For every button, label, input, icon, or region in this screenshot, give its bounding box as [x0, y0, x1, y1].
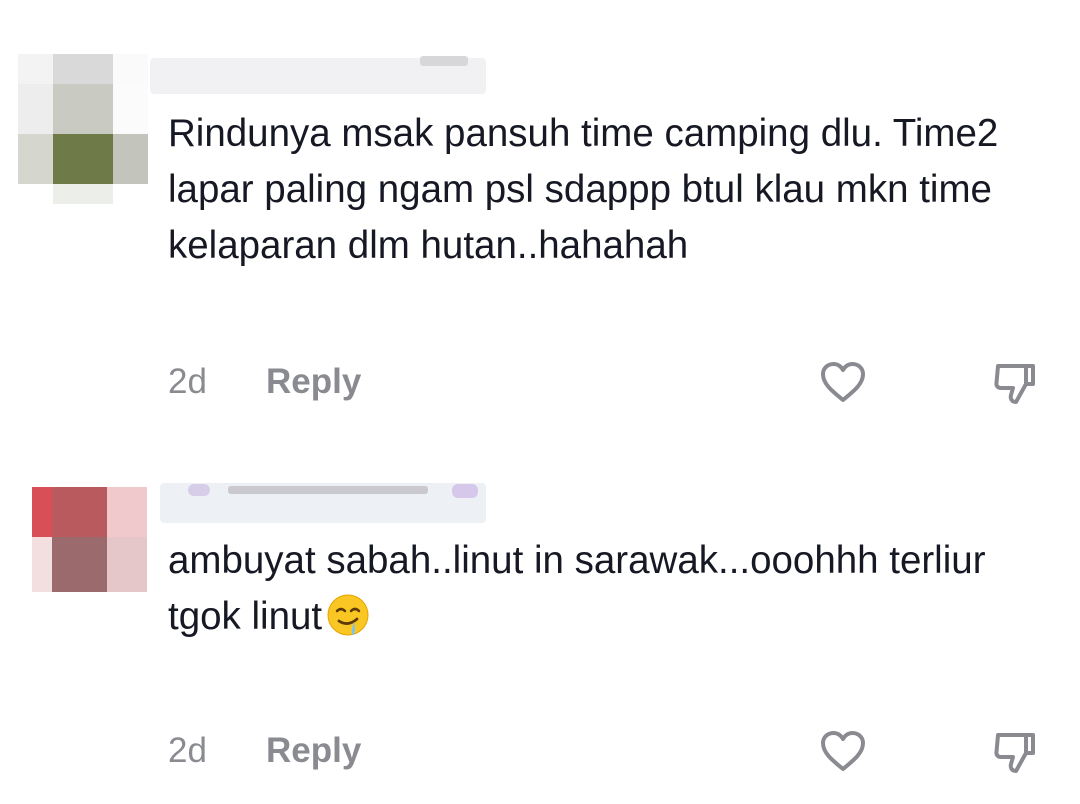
dislike-button[interactable] [990, 358, 1040, 408]
dislike-button[interactable] [990, 727, 1040, 777]
like-button[interactable] [818, 727, 868, 777]
username-blurred-fragment [228, 486, 428, 494]
reply-button[interactable]: Reply [266, 362, 361, 401]
username-blurred-fragment [420, 56, 468, 66]
comment-text-body: ambuyat sabah..linut in sarawak...ooohhh… [168, 539, 997, 638]
username-emoji-fragment [452, 484, 478, 498]
comment-item: Rindunya msak pansuh time camping dlu. T… [0, 0, 1080, 430]
drooling-face-emoji [324, 591, 372, 639]
comment-text: Rindunya msak pansuh time camping dlu. T… [168, 112, 1010, 267]
comment-meta: 2d Reply [168, 362, 361, 402]
comment-time: 2d [168, 731, 207, 770]
avatar[interactable] [32, 487, 147, 592]
comment-item: ambuyat sabah..linut in sarawak...ooohhh… [0, 430, 1080, 804]
comment-text: ambuyat sabah..linut in sarawak...ooohhh… [168, 533, 1048, 645]
reply-button[interactable]: Reply [266, 731, 361, 770]
avatar[interactable] [18, 54, 148, 204]
like-button[interactable] [818, 358, 868, 408]
heart-icon [821, 362, 865, 402]
thumbs-down-icon [994, 733, 1035, 773]
comment-meta: 2d Reply [168, 731, 361, 771]
comment-time: 2d [168, 362, 207, 401]
heart-icon [821, 731, 865, 771]
username-emoji-fragment [188, 484, 210, 496]
thumbs-down-icon [994, 364, 1035, 404]
